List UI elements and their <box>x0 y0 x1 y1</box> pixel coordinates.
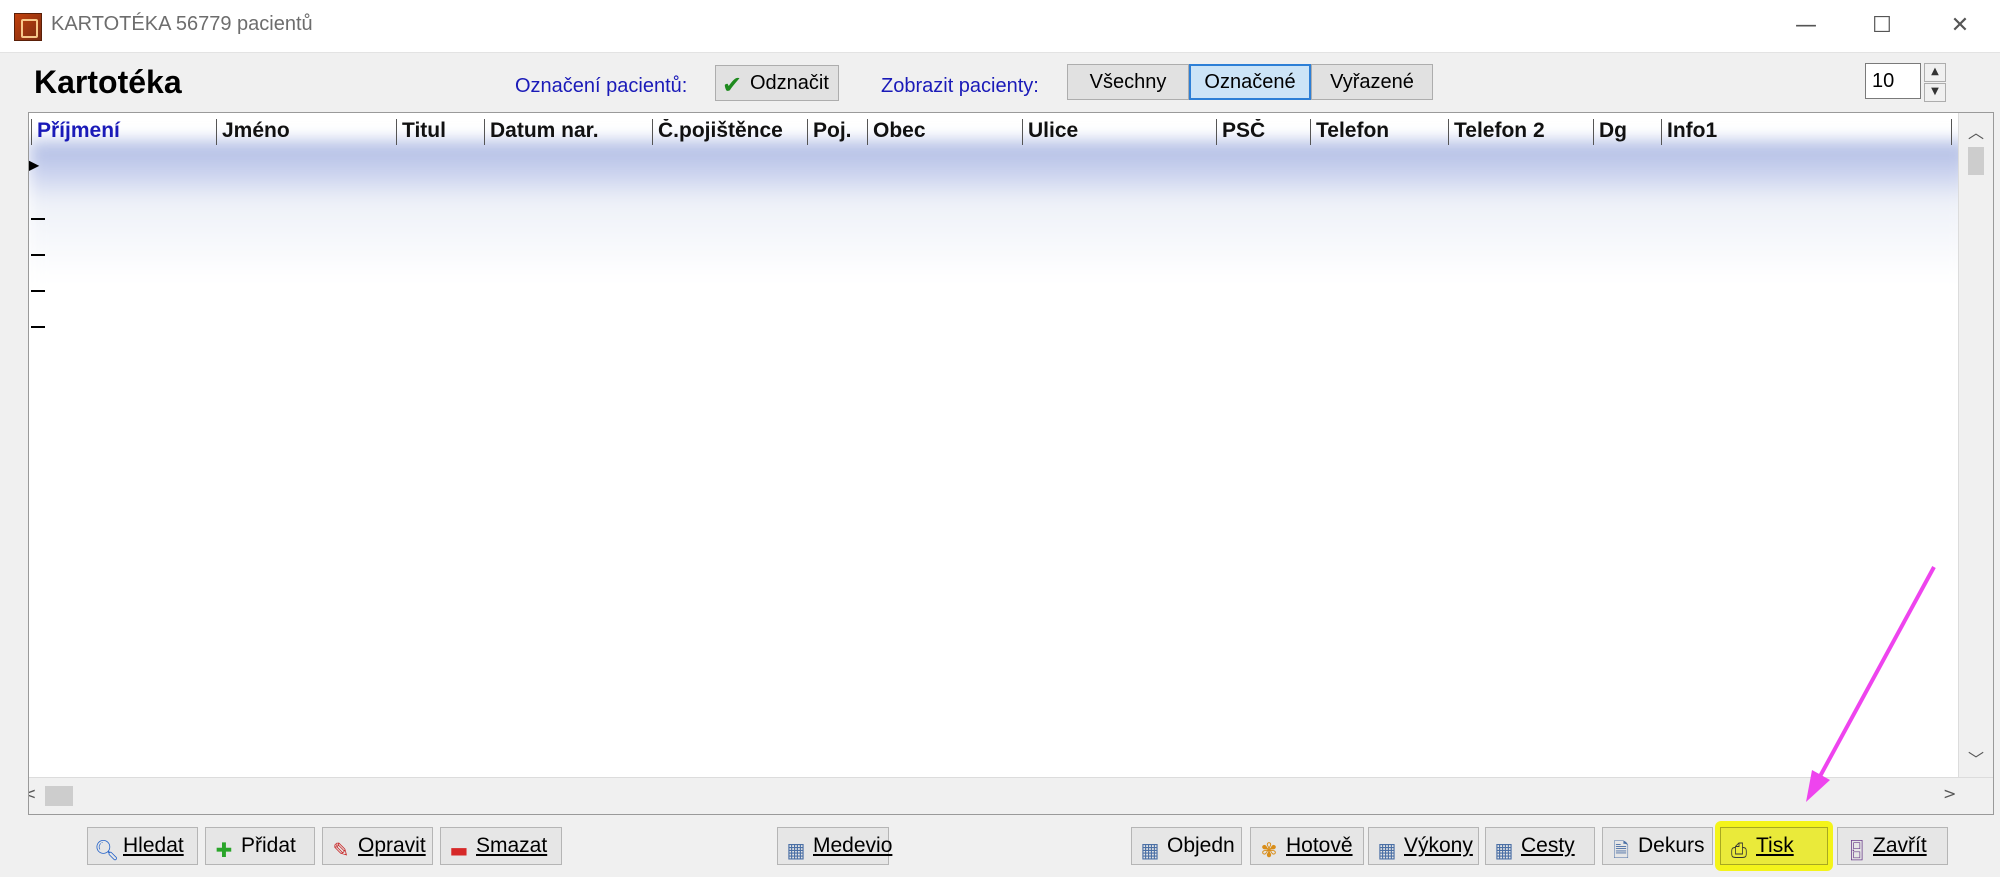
grid-header: Příjmení Jméno Titul Datum nar. Č.pojišt… <box>29 113 1959 145</box>
column-first-name[interactable]: Jméno <box>216 119 394 145</box>
row-marker <box>31 290 45 292</box>
rows-count-spinner[interactable]: ▲ ▼ <box>1924 63 1946 102</box>
maximize-button[interactable]: ☐ <box>1852 8 1912 44</box>
document-icon: 🗎︎ <box>1612 838 1630 862</box>
coins-icon: ✾ <box>1260 838 1278 862</box>
minimize-button[interactable]: — <box>1776 8 1836 44</box>
blurred-patient-rows <box>29 141 1969 461</box>
cash-button-label: Hotově <box>1286 834 1353 857</box>
row-marker <box>31 254 45 256</box>
add-button-label: Přidat <box>241 834 296 857</box>
table-icon: ▦ <box>1377 838 1397 862</box>
orders-button[interactable]: ▦ Objedn <box>1131 827 1242 865</box>
table-icon: ▦ <box>1494 838 1514 862</box>
close-button[interactable]: 🚪︎ Zavřít <box>1837 827 1948 865</box>
app-icon <box>14 13 42 41</box>
orders-button-label: Objedn <box>1167 834 1235 857</box>
calendar-icon: ▦ <box>786 838 806 862</box>
procedures-button-label: Výkony <box>1404 834 1473 857</box>
row-marker <box>31 326 45 328</box>
filter-marked-button[interactable]: Označené <box>1189 64 1311 100</box>
checkmark-icon: ✔ <box>722 71 743 99</box>
show-patients-label: Zobrazit pacienty: <box>881 75 1039 97</box>
column-insurer[interactable]: Poj. <box>807 119 865 145</box>
delete-button-label: Smazat <box>476 834 548 857</box>
patient-grid[interactable]: Příjmení Jméno Titul Datum nar. Č.pojišt… <box>28 112 1994 815</box>
column-zip[interactable]: PSČ <box>1216 119 1308 145</box>
add-button[interactable]: ✚ Přidat <box>205 827 315 865</box>
search-icon: 🔍︎ <box>94 838 120 862</box>
cash-button[interactable]: ✾ Hotově <box>1250 827 1364 865</box>
scroll-down-icon[interactable]: ﹀ <box>1959 746 1993 770</box>
unmark-button-label: Odznačit <box>750 72 829 94</box>
row-marker <box>31 218 45 220</box>
close-window-button[interactable]: ✕ <box>1930 8 1990 44</box>
trips-button-label: Cesty <box>1521 834 1575 857</box>
scroll-up-icon[interactable]: ︿ <box>1959 119 1993 143</box>
column-title[interactable]: Titul <box>396 119 482 145</box>
medevio-button[interactable]: ▦ Medevio <box>777 827 893 865</box>
search-button[interactable]: 🔍︎ Hledat <box>87 827 198 865</box>
column-phone[interactable]: Telefon <box>1310 119 1446 145</box>
procedures-button[interactable]: ▦ Výkony <box>1368 827 1479 865</box>
filter-excluded-button[interactable]: Vyřazené <box>1311 64 1433 100</box>
edit-button[interactable]: ✎ Opravit <box>322 827 433 865</box>
current-row-indicator-icon: ▶ <box>28 155 40 174</box>
unmark-button[interactable]: ✔ Odznačit <box>715 65 839 101</box>
plus-icon: ✚ <box>215 838 233 862</box>
edit-button-label: Opravit <box>358 834 426 857</box>
column-city[interactable]: Obec <box>867 119 1020 145</box>
delete-button[interactable]: ▬ Smazat <box>440 827 562 865</box>
column-surname[interactable]: Příjmení <box>31 119 213 145</box>
horizontal-scrollbar[interactable]: < > <box>29 777 1993 814</box>
spin-up-icon[interactable]: ▲ <box>1924 63 1946 82</box>
window-titlebar: KARTOTÉKA 56779 pacientů — ☐ ✕ <box>0 0 2000 53</box>
trips-button[interactable]: ▦ Cesty <box>1485 827 1595 865</box>
page-title: Kartotéka <box>34 64 182 100</box>
horizontal-scroll-thumb[interactable] <box>45 786 73 806</box>
column-birth-date[interactable]: Datum nar. <box>484 119 650 145</box>
vertical-scroll-thumb[interactable] <box>1968 147 1984 175</box>
scroll-right-icon[interactable]: > <box>1943 784 1956 803</box>
printer-icon: ⎙ <box>1731 838 1747 862</box>
rows-count-input[interactable]: 10 <box>1865 63 1921 99</box>
minus-icon: ▬ <box>449 838 469 862</box>
pencil-icon: ✎ <box>332 838 350 862</box>
calendar-31-icon: ▦ <box>1140 838 1160 862</box>
decursus-button-label: Dekurs <box>1638 834 1705 857</box>
medevio-button-label: Medevio <box>813 834 893 857</box>
column-phone-2[interactable]: Telefon 2 <box>1448 119 1591 145</box>
vertical-scrollbar[interactable]: ︿ ﹀ <box>1958 113 1993 778</box>
column-dg[interactable]: Dg <box>1593 119 1659 145</box>
mark-patients-label: Označení pacientů: <box>515 75 688 97</box>
scroll-left-icon[interactable]: < <box>29 784 36 803</box>
spin-down-icon[interactable]: ▼ <box>1924 83 1946 102</box>
window-title: KARTOTÉKA 56779 pacientů <box>51 13 313 35</box>
filter-all-button[interactable]: Všechny <box>1067 64 1189 100</box>
print-button-label: Tisk <box>1756 834 1794 857</box>
column-street[interactable]: Ulice <box>1022 119 1214 145</box>
exit-door-icon: 🚪︎ <box>1844 838 1870 862</box>
close-button-label: Zavřít <box>1873 834 1927 857</box>
print-button[interactable]: ⎙ Tisk <box>1720 827 1828 865</box>
column-insurance-number[interactable]: Č.pojištěnce <box>652 119 805 145</box>
column-info1[interactable]: Info1 <box>1661 119 1949 145</box>
search-button-label: Hledat <box>123 834 184 857</box>
decursus-button[interactable]: 🗎︎ Dekurs <box>1602 827 1713 865</box>
